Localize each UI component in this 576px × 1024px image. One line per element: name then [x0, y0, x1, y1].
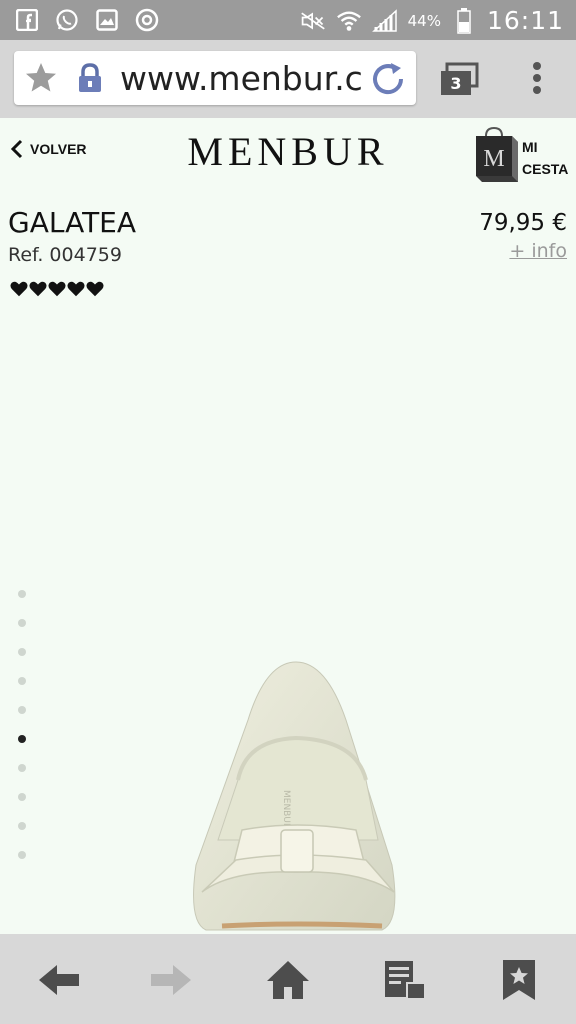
gallery-dot[interactable]	[18, 735, 26, 743]
back-arrow-icon[interactable]	[34, 956, 84, 1004]
heart-icon	[48, 281, 66, 297]
overflow-menu-icon[interactable]	[520, 58, 554, 98]
product-name: GALATEA	[8, 206, 137, 239]
reading-list-icon[interactable]	[380, 956, 430, 1004]
reload-icon[interactable]	[368, 59, 408, 99]
gallery-dot[interactable]	[18, 648, 26, 656]
status-bar: 44% 16:11	[0, 0, 576, 40]
browser-toolbar: www.menbur.c 3	[0, 40, 576, 118]
star-icon[interactable]	[24, 61, 58, 95]
tabs-button[interactable]: 3	[438, 62, 480, 98]
app-icon	[134, 7, 160, 33]
gallery-dot[interactable]	[18, 822, 26, 830]
cart-label: MI CESTA	[522, 139, 569, 177]
forward-arrow-icon[interactable]	[146, 956, 196, 1004]
whatsapp-icon	[54, 7, 80, 33]
gallery-dot[interactable]	[18, 619, 26, 627]
rating-hearts	[10, 280, 104, 298]
gallery-dot[interactable]	[18, 590, 26, 598]
bottom-navigation	[0, 934, 576, 1024]
gallery-dot[interactable]	[18, 764, 26, 772]
heart-icon	[86, 281, 104, 297]
heart-icon	[29, 281, 47, 297]
gallery-dot[interactable]	[18, 677, 26, 685]
cart-button[interactable]: M MI CESTA	[470, 122, 570, 186]
product-price: 79,95 €	[479, 210, 567, 236]
gallery-dot[interactable]	[18, 706, 26, 714]
gallery-icon	[94, 7, 120, 33]
site-header: VOLVER MENBUR M MI CESTA	[0, 118, 576, 188]
product-gallery[interactable]: MENBUR	[0, 300, 576, 934]
gallery-dot[interactable]	[18, 851, 26, 859]
mute-icon	[300, 8, 326, 34]
battery-percent: 44%	[407, 11, 441, 30]
heart-icon	[10, 281, 28, 297]
product-ref: Ref. 004759	[8, 244, 122, 266]
bookmark-icon[interactable]	[494, 956, 544, 1004]
url-text[interactable]: www.menbur.c	[120, 57, 368, 101]
more-info-link[interactable]: + info	[509, 240, 567, 262]
gallery-pagination	[18, 590, 26, 859]
shoe-image: MENBUR	[193, 661, 396, 931]
tabs-count: 3	[450, 74, 462, 93]
url-bar[interactable]: www.menbur.c	[14, 51, 416, 105]
home-icon[interactable]	[263, 956, 313, 1004]
clock: 16:11	[486, 6, 564, 35]
signal-icon	[371, 8, 398, 34]
lock-icon	[76, 63, 104, 93]
svg-text:M: M	[483, 146, 504, 172]
heart-icon	[67, 281, 85, 297]
battery-icon	[451, 7, 477, 34]
svg-text:MENBUR: MENBUR	[281, 790, 291, 829]
wifi-icon	[336, 8, 362, 34]
shopping-bag-icon: M	[476, 126, 518, 182]
facebook-icon	[14, 7, 40, 33]
gallery-dot[interactable]	[18, 793, 26, 801]
